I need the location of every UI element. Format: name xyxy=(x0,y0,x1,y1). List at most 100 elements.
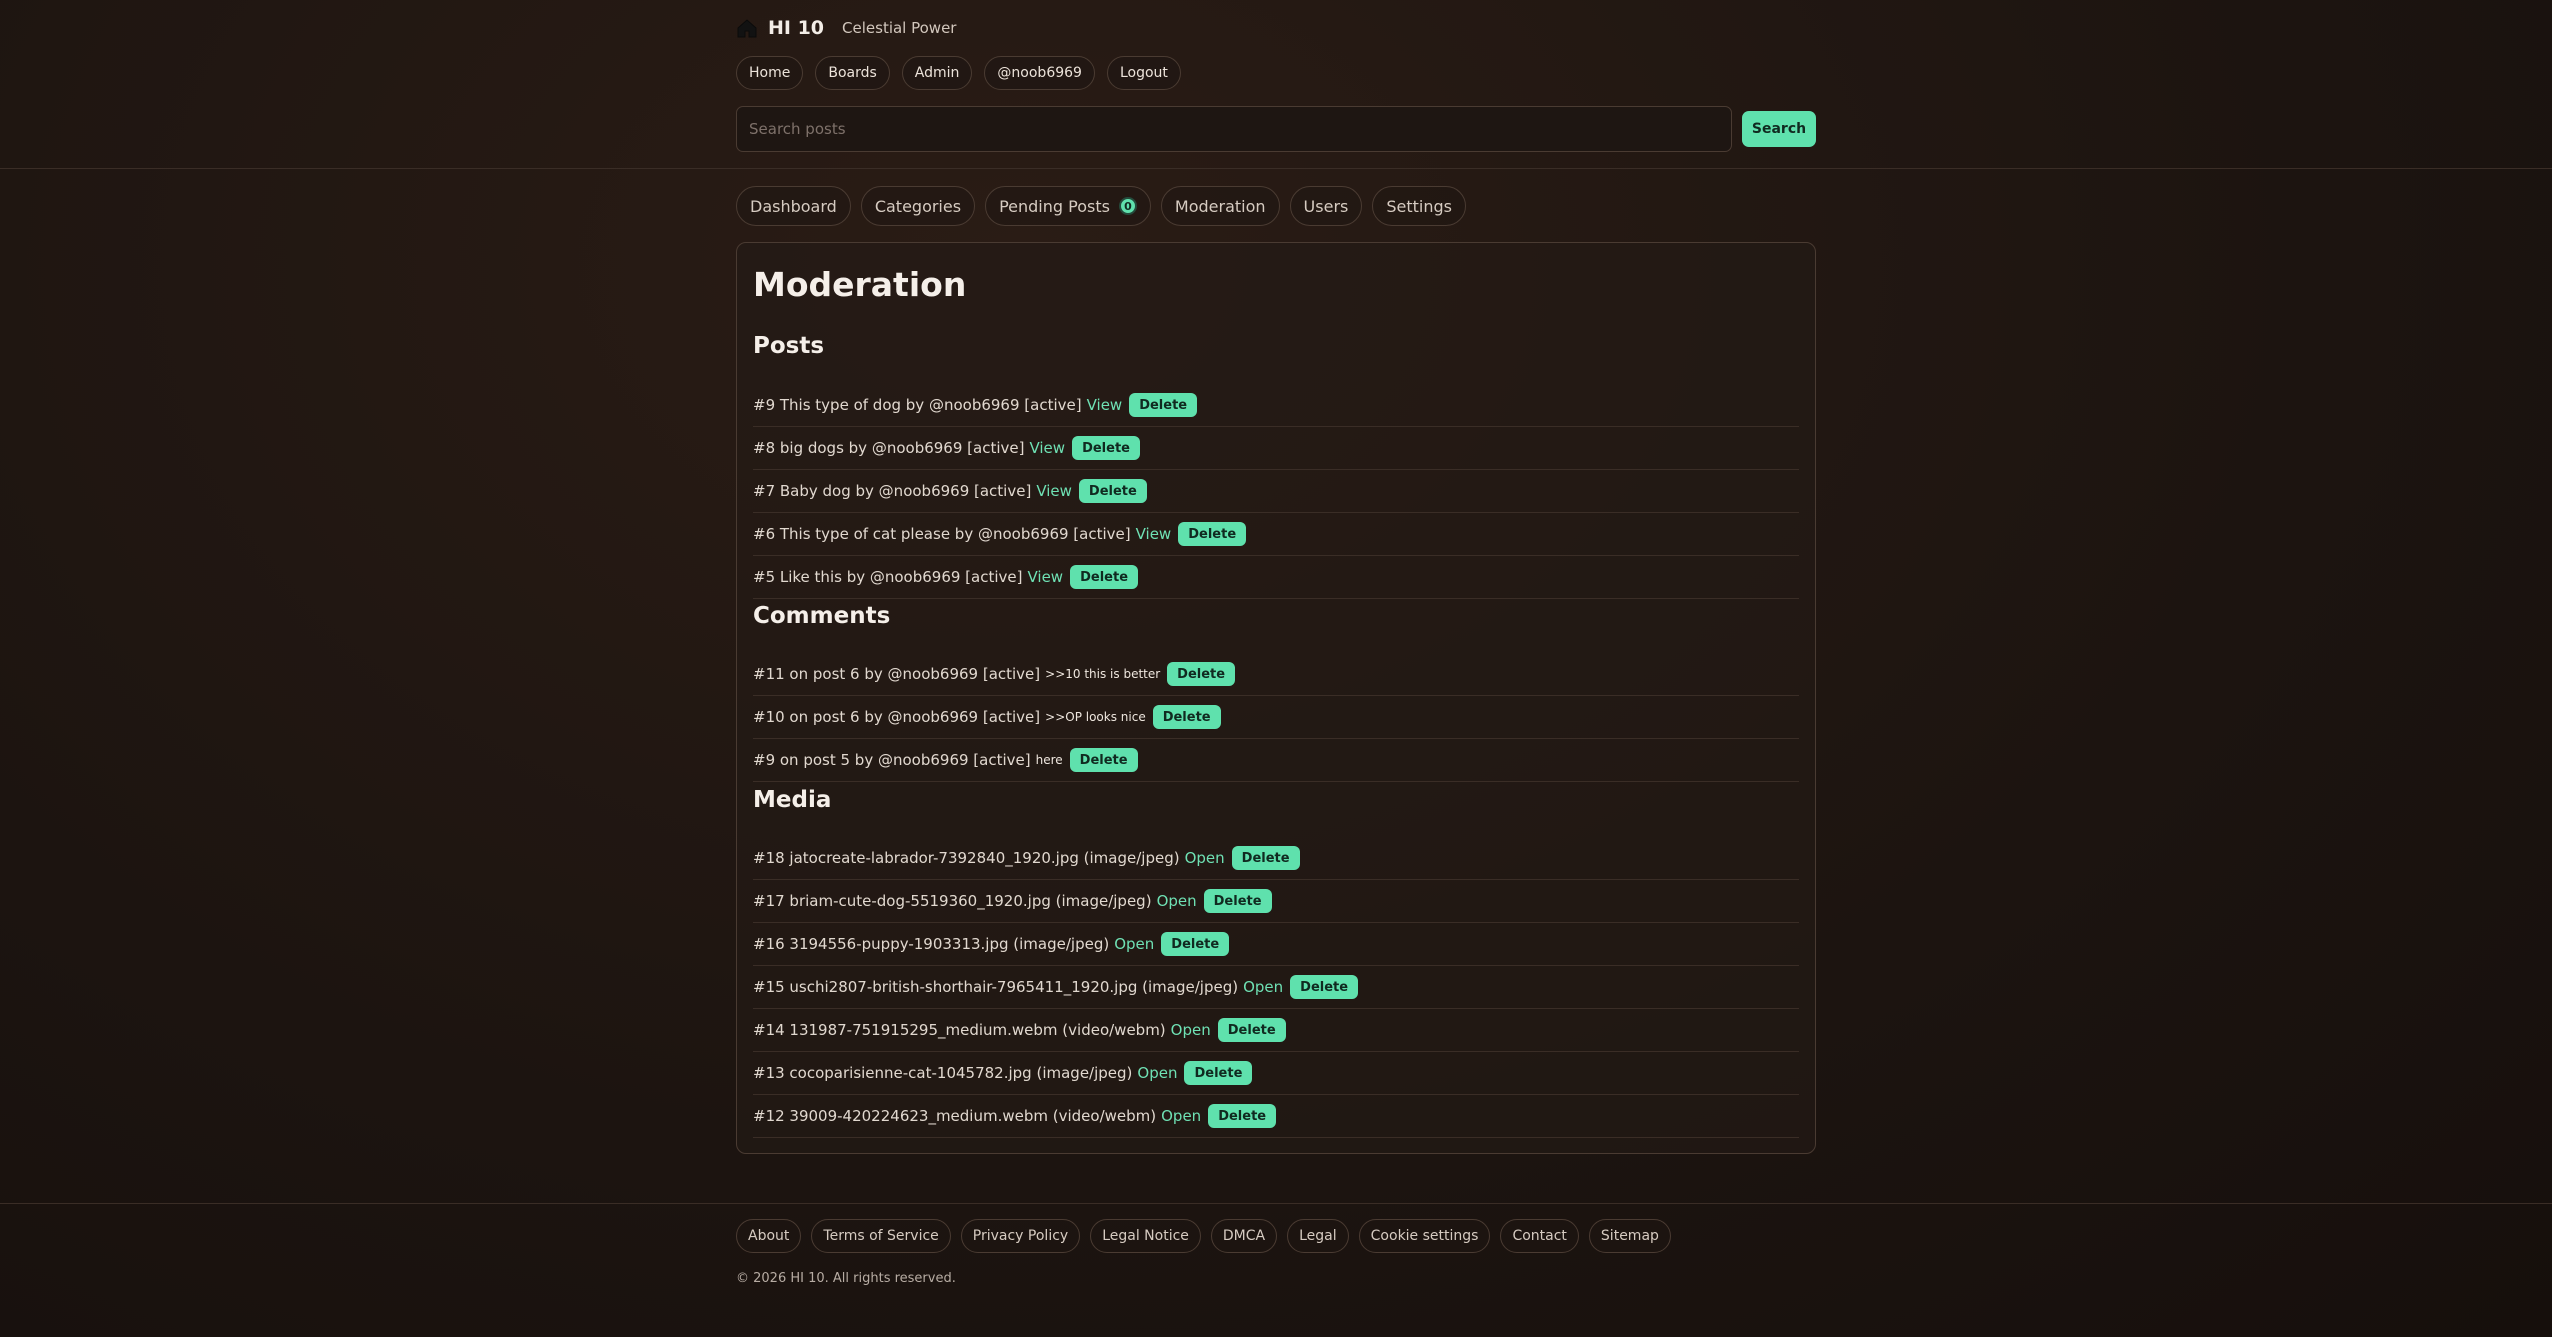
search-button[interactable]: Search xyxy=(1742,111,1816,147)
post-info: #5 Like this by @noob6969 [active] xyxy=(753,568,1023,586)
nav-logout[interactable]: Logout xyxy=(1106,56,1181,90)
delete-button[interactable]: Delete xyxy=(1203,889,1272,913)
media-row: #15 uschi2807-british-shorthair-7965411_… xyxy=(753,966,1799,1009)
moderation-panel: Moderation Posts #9 This type of dog by … xyxy=(736,242,1816,1154)
media-row: #17 briam-cute-dog-5519360_1920.jpg (ima… xyxy=(753,880,1799,923)
view-link[interactable]: View xyxy=(1136,525,1172,543)
comment-snippet: >>OP looks nice xyxy=(1045,710,1146,724)
delete-button[interactable]: Delete xyxy=(1069,748,1138,772)
comment-info: #9 on post 5 by @noob6969 [active] xyxy=(753,751,1031,769)
post-info: #8 big dogs by @noob6969 [active] xyxy=(753,439,1025,457)
tab-label: Dashboard xyxy=(750,196,837,216)
media-info: #12 39009-420224623_medium.webm (video/w… xyxy=(753,1107,1157,1125)
search-input[interactable] xyxy=(736,106,1732,152)
footer-link-privacy[interactable]: Privacy Policy xyxy=(960,1219,1081,1253)
comment-info: #11 on post 6 by @noob6969 [active] xyxy=(753,665,1041,683)
media-heading: Media xyxy=(753,787,832,813)
footer-nav: About Terms of Service Privacy Policy Le… xyxy=(736,1219,1816,1253)
tab-label: Moderation xyxy=(1174,196,1266,216)
media-row: #13 cocoparisienne-cat-1045782.jpg (imag… xyxy=(753,1052,1799,1095)
brand-name[interactable]: HI 10 xyxy=(768,17,824,39)
nav-admin[interactable]: Admin xyxy=(901,56,973,90)
footer-link-about[interactable]: About xyxy=(736,1219,802,1253)
comment-snippet: >>10 this is better xyxy=(1045,667,1161,681)
nav-user-profile[interactable]: @noob6969 xyxy=(984,56,1095,90)
tab-label: Pending Posts xyxy=(999,196,1110,216)
tab-label: Settings xyxy=(1386,196,1452,216)
open-link[interactable]: Open xyxy=(1161,1107,1201,1125)
media-row: #16 3194556-puppy-1903313.jpg (image/jpe… xyxy=(753,923,1799,966)
media-row: #18 jatocreate-labrador-7392840_1920.jpg… xyxy=(753,837,1799,880)
media-info: #16 3194556-puppy-1903313.jpg (image/jpe… xyxy=(753,935,1110,953)
page-title: Moderation xyxy=(753,265,967,304)
tab-users[interactable]: Users xyxy=(1289,186,1363,226)
pending-count-badge: 0 xyxy=(1118,197,1137,215)
delete-button[interactable]: Delete xyxy=(1208,1104,1277,1128)
tab-dashboard[interactable]: Dashboard xyxy=(736,186,851,226)
footer-link-contact[interactable]: Contact xyxy=(1500,1219,1579,1253)
open-link[interactable]: Open xyxy=(1157,892,1197,910)
footer-link-cookie-settings[interactable]: Cookie settings xyxy=(1358,1219,1491,1253)
admin-tabs: Dashboard Categories Pending Posts 0 Mode… xyxy=(736,186,1816,226)
home-icon xyxy=(736,17,758,39)
nav-boards[interactable]: Boards xyxy=(815,56,890,90)
view-link[interactable]: View xyxy=(1027,568,1063,586)
media-row: #12 39009-420224623_medium.webm (video/w… xyxy=(753,1095,1799,1138)
delete-button[interactable]: Delete xyxy=(1231,846,1300,870)
media-info: #14 131987-751915295_medium.webm (video/… xyxy=(753,1021,1166,1039)
view-link[interactable]: View xyxy=(1029,439,1065,457)
open-link[interactable]: Open xyxy=(1185,849,1225,867)
delete-button[interactable]: Delete xyxy=(1184,1061,1253,1085)
delete-button[interactable]: Delete xyxy=(1152,705,1221,729)
post-info: #6 This type of cat please by @noob6969 … xyxy=(753,525,1131,543)
footer-link-sitemap[interactable]: Sitemap xyxy=(1588,1219,1671,1253)
delete-button[interactable]: Delete xyxy=(1129,393,1198,417)
footer-link-legal-notice[interactable]: Legal Notice xyxy=(1090,1219,1201,1253)
media-info: #17 briam-cute-dog-5519360_1920.jpg (ima… xyxy=(753,892,1152,910)
post-info: #7 Baby dog by @noob6969 [active] xyxy=(753,482,1032,500)
view-link[interactable]: View xyxy=(1036,482,1072,500)
post-row: #8 big dogs by @noob6969 [active] View D… xyxy=(753,427,1799,470)
copyright: © 2026 HI 10. All rights reserved. xyxy=(736,1271,956,1286)
open-link[interactable]: Open xyxy=(1137,1064,1177,1082)
tab-moderation[interactable]: Moderation xyxy=(1160,186,1280,226)
comment-row: #9 on post 5 by @noob6969 [active] here … xyxy=(753,739,1799,782)
tab-settings[interactable]: Settings xyxy=(1372,186,1466,226)
delete-button[interactable]: Delete xyxy=(1072,436,1140,460)
delete-button[interactable]: Delete xyxy=(1178,522,1247,546)
brand[interactable]: HI 10 Celestial Power xyxy=(736,14,1816,42)
tab-label: Categories xyxy=(874,196,962,216)
post-row: #7 Baby dog by @noob6969 [active] View D… xyxy=(753,470,1799,513)
comment-row: #11 on post 6 by @noob6969 [active] >>10… xyxy=(753,653,1799,696)
open-link[interactable]: Open xyxy=(1171,1021,1211,1039)
delete-button[interactable]: Delete xyxy=(1161,932,1230,956)
comment-snippet: here xyxy=(1035,753,1063,767)
tab-label: Users xyxy=(1303,196,1349,216)
delete-button[interactable]: Delete xyxy=(1290,975,1359,999)
footer-divider xyxy=(0,1203,2552,1204)
open-link[interactable]: Open xyxy=(1114,935,1154,953)
brand-tagline: Celestial Power xyxy=(842,19,957,37)
tab-categories[interactable]: Categories xyxy=(860,186,976,226)
post-row: #6 This type of cat please by @noob6969 … xyxy=(753,513,1799,556)
post-info: #9 This type of dog by @noob6969 [active… xyxy=(753,396,1082,414)
posts-heading: Posts xyxy=(753,333,825,359)
view-link[interactable]: View xyxy=(1087,396,1123,414)
comment-info: #10 on post 6 by @noob6969 [active] xyxy=(753,708,1041,726)
footer-link-dmca[interactable]: DMCA xyxy=(1210,1219,1278,1253)
media-info: #18 jatocreate-labrador-7392840_1920.jpg… xyxy=(753,849,1180,867)
delete-button[interactable]: Delete xyxy=(1217,1018,1286,1042)
delete-button[interactable]: Delete xyxy=(1070,565,1139,589)
footer-link-legal[interactable]: Legal xyxy=(1287,1219,1349,1253)
post-row: #9 This type of dog by @noob6969 [active… xyxy=(753,384,1799,427)
nav-home[interactable]: Home xyxy=(736,56,804,90)
delete-button[interactable]: Delete xyxy=(1078,479,1147,503)
media-row: #14 131987-751915295_medium.webm (video/… xyxy=(753,1009,1799,1052)
open-link[interactable]: Open xyxy=(1243,978,1283,996)
footer-link-terms[interactable]: Terms of Service xyxy=(811,1219,951,1253)
comments-heading: Comments xyxy=(753,603,891,629)
tab-pending-posts[interactable]: Pending Posts 0 xyxy=(985,186,1151,226)
post-row: #5 Like this by @noob6969 [active] View … xyxy=(753,556,1799,599)
media-info: #15 uschi2807-british-shorthair-7965411_… xyxy=(753,978,1239,996)
delete-button[interactable]: Delete xyxy=(1167,662,1236,686)
